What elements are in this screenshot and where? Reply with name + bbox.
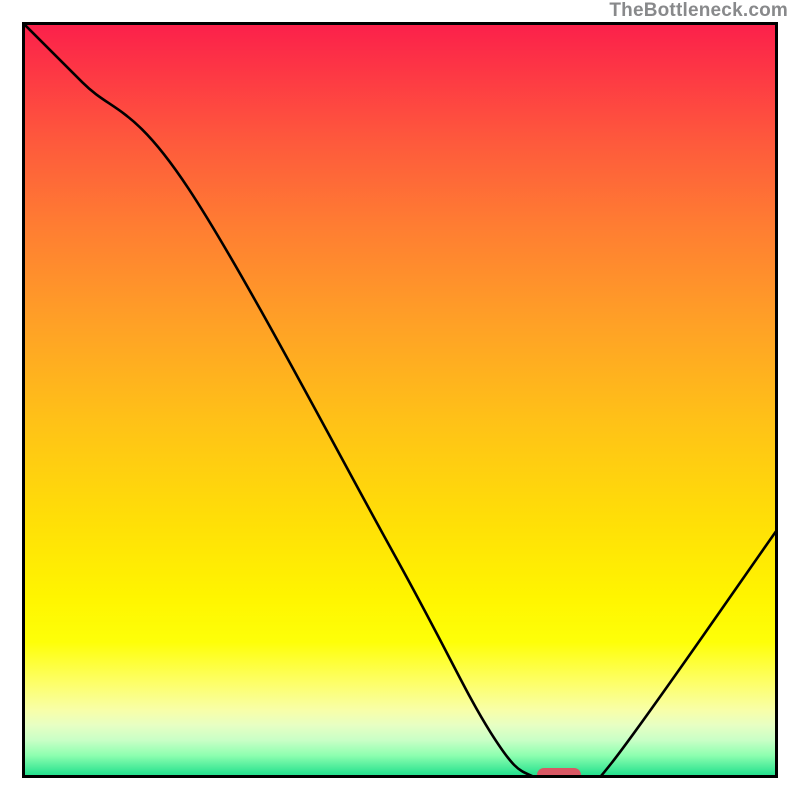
bottleneck-marker [537,768,581,778]
chart-frame: TheBottleneck.com [0,0,800,800]
watermark-text: TheBottleneck.com [609,0,788,22]
bottleneck-curve [22,22,778,778]
plot-area [22,22,778,778]
